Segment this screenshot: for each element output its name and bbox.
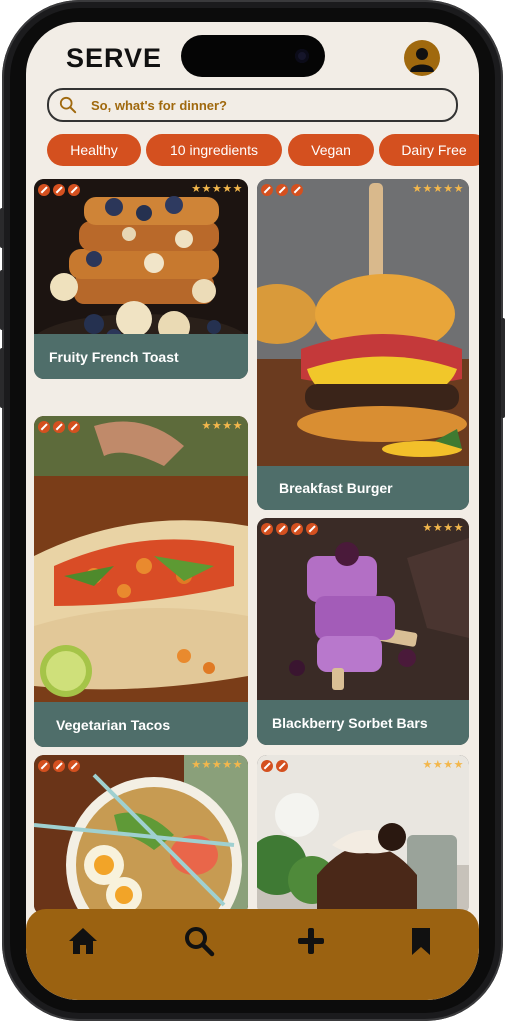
recipe-name: Blackberry Sorbet Bars [272,714,428,731]
bottom-nav [26,909,479,1000]
filter-chip-vegan[interactable]: Vegan [288,134,374,166]
no-dairy-icon [53,760,65,772]
no-gluten-icon [38,760,50,772]
rating-stars: ★★★★★ [191,183,243,195]
recipe-card[interactable]: ★★★★ Vegetarian Tacos [34,416,248,747]
no-nuts-icon [306,523,318,535]
recipe-image [257,179,469,466]
recipe-name: Vegetarian Tacos [56,716,171,733]
user-icon [410,48,434,72]
filter-chip-10-ingredients[interactable]: 10 ingredients [146,134,282,166]
diet-badges [38,184,80,196]
rating-stars: ★★★★ [201,420,243,432]
recipe-caption: Fruity French Toast [34,334,248,379]
recipe-caption: Breakfast Burger [257,466,469,510]
no-meat-icon [291,523,303,535]
no-dairy-icon [276,184,288,196]
volume-down-button [0,270,4,330]
no-dairy-icon [53,184,65,196]
no-meat-icon [68,760,80,772]
diet-badges [261,760,288,772]
recipe-name: Breakfast Burger [279,480,393,496]
recipe-card[interactable]: ★★★★ [257,755,469,915]
recipe-card[interactable]: ★★★★★ Fruity French Toast [34,179,248,379]
rating-stars: ★★★★★ [412,183,464,195]
rating-stars: ★★★★★ [191,759,243,771]
rating-stars: ★★★★ [422,759,464,771]
diet-badges [38,421,80,433]
bookmark-icon[interactable] [405,925,437,957]
dynamic-island [181,35,325,77]
no-meat-icon [276,760,288,772]
recipe-card[interactable]: ★★★★★ [34,755,248,915]
no-gluten-icon [261,523,273,535]
camera-icon [295,49,309,63]
filter-chip-healthy[interactable]: Healthy [47,134,141,166]
diet-badges [261,523,318,535]
recipe-caption: Blackberry Sorbet Bars [257,700,469,745]
recipe-image [34,755,248,915]
recipe-image [257,518,469,700]
no-meat-icon [68,421,80,433]
recipe-name: Fruity French Toast [49,348,179,365]
no-dairy-icon [261,760,273,772]
recipe-caption: Vegetarian Tacos [34,702,248,747]
recipe-image [257,755,469,915]
filter-chip-dairy-free[interactable]: Dairy Free [379,134,479,166]
search-icon [59,96,77,114]
no-nuts-icon [291,184,303,196]
filter-chips: Healthy 10 ingredients Vegan Dairy Free [47,134,479,166]
recipe-card[interactable]: ★★★★★ Breakfast Burger [257,179,469,510]
no-meat-icon [68,184,80,196]
search-icon[interactable] [183,925,215,957]
silent-switch [0,348,4,408]
home-icon[interactable] [67,925,99,957]
recipe-image [34,416,248,702]
search-input[interactable] [89,96,423,114]
no-gluten-icon [261,184,273,196]
diet-badges [38,760,80,772]
no-gluten-icon [38,421,50,433]
diet-badges [261,184,303,196]
plus-icon[interactable] [295,925,327,957]
rating-stars: ★★★★ [422,522,464,534]
no-dairy-icon [53,421,65,433]
avatar[interactable] [404,40,440,76]
power-button [501,318,505,418]
app-screen: SERVE Healthy 10 ingredients Vegan Dairy… [26,22,479,1000]
no-dairy-icon [276,523,288,535]
volume-up-button [0,208,4,248]
app-title: SERVE [66,43,163,73]
no-gluten-icon [38,184,50,196]
recipe-card[interactable]: ★★★★ Blackberry Sorbet Bars [257,518,469,745]
search-bar[interactable] [47,88,458,122]
